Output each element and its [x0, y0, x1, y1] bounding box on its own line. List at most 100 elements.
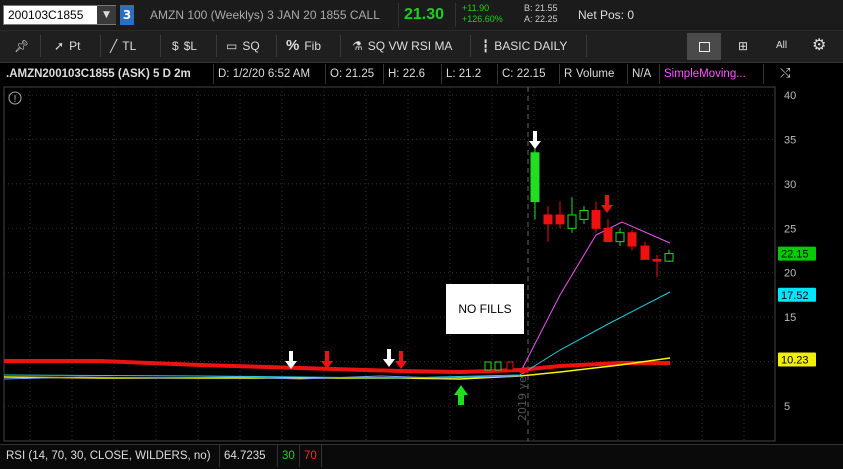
pointer-tool-label: Pt: [69, 39, 81, 53]
candle-body: [603, 227, 613, 243]
rsi-panel-header: RSI (14, 70, 30, CLOSE, WILDERS, no) 64.…: [0, 444, 843, 469]
bid-value: B: 21.55: [524, 3, 558, 13]
bar-high: H: 22.6: [384, 64, 442, 84]
fibonacci-tool-label: Fib: [304, 39, 322, 53]
bid-ask: B: 21.55 A: 22.25: [524, 3, 558, 25]
chart-style-label: BASIC DAILY: [494, 39, 568, 53]
candle-body: [640, 245, 650, 260]
symbol-bar: 200103C1855 ▼ 3 AMZN 100 (Weeklys) 3 JAN…: [0, 0, 843, 31]
chart-style-button[interactable]: ┇ BASIC DAILY: [482, 35, 567, 57]
candle-body: [567, 214, 577, 229]
rsi-value: 64.7235: [220, 445, 278, 467]
buy-signal-arrow: [529, 131, 541, 149]
y-tick-label: 30: [784, 179, 796, 191]
rsi-high-level: 70: [300, 445, 322, 467]
price-label-text: 10.23: [781, 355, 809, 367]
square-icon: [699, 42, 710, 52]
y-tick-label: 15: [784, 312, 796, 324]
grid-icon: ⊞: [738, 39, 749, 53]
instrument-description: AMZN 100 (Weeklys) 3 JAN 20 1855 CALL: [150, 8, 380, 22]
link-group-button[interactable]: 3: [120, 5, 134, 25]
dollar-icon: $: [172, 39, 179, 53]
price-level-tool-label: $L: [183, 39, 198, 53]
ask-value: A: 22.25: [524, 14, 558, 24]
symbol-text: 200103C1855: [8, 8, 84, 22]
square-tool-label: SQ: [242, 39, 260, 53]
entry-signal-arrow: [454, 385, 468, 405]
fibonacci-tool-button[interactable]: % Fib: [286, 35, 321, 57]
candle-body: [506, 361, 514, 371]
chart-canvas[interactable]: 2019 ye NO FILLS 403530252015105!22.1517…: [0, 85, 843, 443]
cursor-icon: ➚: [54, 39, 65, 53]
divider: [100, 35, 101, 57]
single-layout-button[interactable]: [687, 33, 721, 60]
candle-body: [579, 210, 589, 220]
symbol-input[interactable]: 200103C1855 ▼: [3, 5, 116, 25]
line-icon: ╱: [110, 39, 118, 53]
candle-body: [555, 214, 565, 225]
y-tick-label: 40: [784, 90, 796, 102]
sell-signal-arrow: [395, 351, 407, 369]
price-label-text: 22.15: [781, 249, 809, 261]
divider: [470, 35, 471, 57]
candle-body: [519, 368, 529, 373]
grid-layout-button[interactable]: ⊞: [738, 35, 753, 57]
flexible-grid-button[interactable]: ⚗ SQ VW RSI MA: [352, 35, 452, 57]
square-tool-button[interactable]: ▭ SQ: [226, 35, 260, 57]
divider: [40, 35, 41, 57]
trendline-tool-label: TL: [122, 39, 137, 53]
chart-symbol-label[interactable]: .AMZN200103C1855 (ASK) 5 D 2m: [2, 64, 214, 84]
y-tick-label: 35: [784, 134, 796, 146]
change-value: +11.90: [462, 3, 490, 13]
sma-magenta-line: [519, 221, 671, 374]
bar-low: L: 21.2: [442, 64, 498, 84]
buy-signal-arrow: [383, 349, 395, 367]
trendline-tool-button[interactable]: ╱ TL: [110, 35, 136, 57]
gear-icon: ⚙: [812, 37, 827, 54]
flask-icon: ⚗: [352, 39, 363, 53]
pin-button[interactable]: 📌︎: [14, 35, 34, 57]
candle-body: [627, 232, 637, 247]
price-level-tool-button[interactable]: $ $L: [172, 35, 197, 57]
all-layout-label: All: [776, 40, 788, 51]
candlestick-icon: ┇: [482, 39, 490, 53]
price-chart[interactable]: 2019 ye NO FILLS 403530252015105!22.1517…: [0, 85, 843, 443]
plot-frame: [3, 86, 776, 442]
settings-button[interactable]: ⚙: [812, 35, 831, 57]
study-label[interactable]: SimpleMoving...: [660, 64, 764, 84]
percent-icon: %: [286, 37, 300, 54]
y-tick-label: 5: [784, 401, 790, 413]
divider: [276, 35, 277, 57]
collapse-icon[interactable]: ⤭: [780, 66, 790, 81]
candle-body: [615, 232, 625, 243]
candle-body: [591, 210, 601, 229]
bar-close: C: 22.15: [498, 64, 560, 84]
divider: [340, 35, 341, 57]
bar-date: D: 1/2/20 6:52 AM: [214, 64, 326, 84]
flexible-grid-label: SQ VW RSI MA: [367, 39, 453, 53]
pin-icon: 📌︎: [14, 39, 30, 53]
pointer-tool-button[interactable]: ➚ Pt: [54, 35, 80, 57]
candle-body: [494, 361, 502, 371]
candle-body: [664, 253, 674, 262]
sell-signal-arrow: [601, 195, 613, 213]
net-position: Net Pos: 0: [578, 8, 635, 22]
y-tick-label: 25: [784, 223, 796, 235]
date-marker: 2019 ye: [516, 376, 529, 421]
candle-body: [652, 258, 662, 262]
candle-body: [484, 361, 492, 371]
sell-signal-arrow: [321, 351, 333, 369]
volume-value: N/A: [628, 64, 660, 84]
bar-open: O: 21.25: [326, 64, 384, 84]
rsi-label[interactable]: RSI (14, 70, 30, CLOSE, WILDERS, no): [2, 445, 220, 467]
annotation-text: NO FILLS: [458, 302, 511, 316]
net-change: +11.90 +126.60%: [462, 3, 503, 25]
chevron-down-icon[interactable]: ▼: [97, 6, 116, 24]
candle-body: [530, 152, 540, 203]
volume-label: Volume: [572, 64, 628, 84]
all-layout-button[interactable]: All: [776, 35, 787, 57]
info-icon-glyph: !: [13, 94, 17, 105]
rectangle-icon: ▭: [226, 39, 238, 53]
y-tick-label: 20: [784, 268, 796, 280]
last-price: 21.30: [404, 6, 445, 23]
